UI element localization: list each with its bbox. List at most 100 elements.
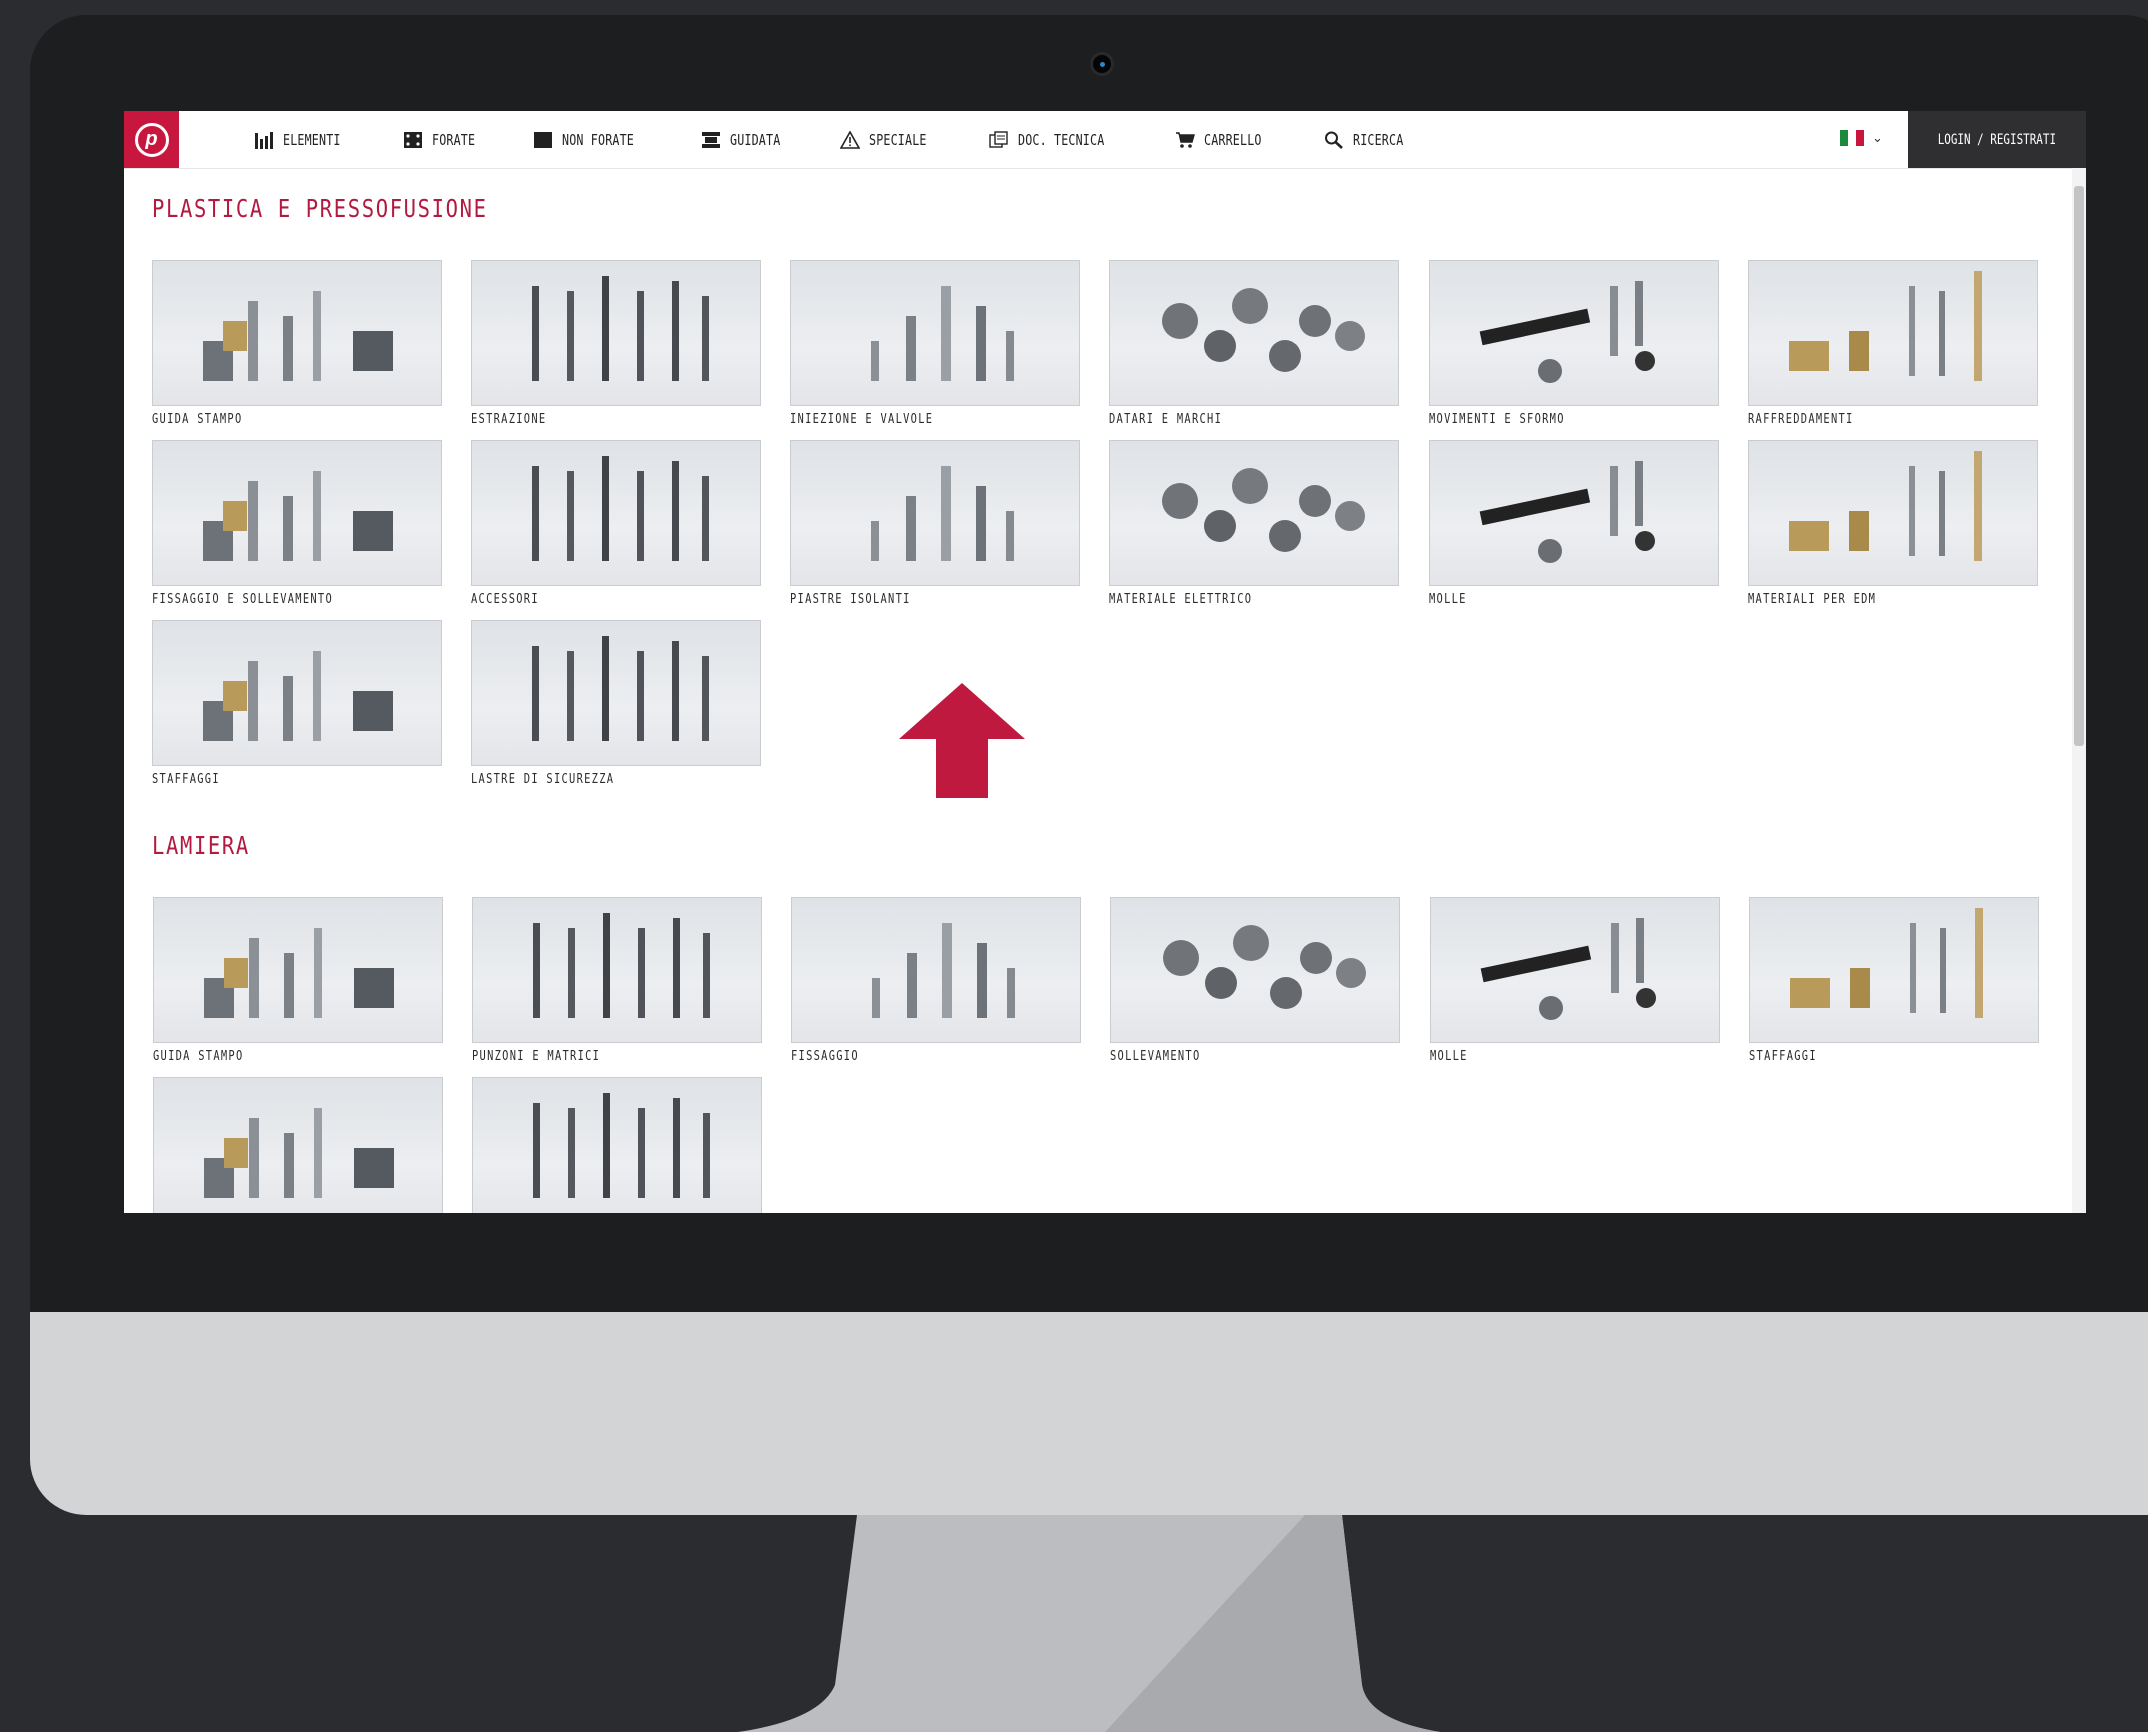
product-image[interactable] <box>791 897 1081 1043</box>
section-title-plastica: PLASTICA E PRESSOFUSIONE <box>152 194 488 223</box>
product-caption[interactable]: FISSAGGIO <box>791 1049 1023 1064</box>
product-caption[interactable]: PIASTRE ISOLANTI <box>790 592 1022 607</box>
product-image[interactable] <box>1748 260 2038 406</box>
product-tile[interactable]: LASTRE DI SICUREZZA <box>471 620 761 787</box>
nav-non-forate[interactable]: NON FORATE <box>533 130 654 150</box>
search-icon <box>1324 130 1344 150</box>
bar-chart-icon <box>254 130 274 150</box>
product-tile[interactable]: GUIDA STAMPO <box>153 897 443 1064</box>
product-image[interactable] <box>472 1077 762 1213</box>
product-image[interactable] <box>1430 897 1720 1043</box>
product-image[interactable] <box>152 260 442 406</box>
product-tile[interactable]: MATERIALE ELETTRICO <box>1109 440 1399 607</box>
product-caption[interactable]: MOVIMENTI E SFORMO <box>1429 412 1661 427</box>
product-caption[interactable]: MATERIALE ELETTRICO <box>1109 592 1341 607</box>
product-tile[interactable]: INIEZIONE E VALVOLE <box>790 260 1080 427</box>
product-image[interactable] <box>1429 440 1719 586</box>
product-tile[interactable]: MOLLE <box>1429 440 1719 607</box>
nav-doc-tecnica[interactable]: DOC. TECNICA <box>989 130 1129 150</box>
login-label: LOGIN / REGISTRATI <box>1937 131 2057 148</box>
product-tile[interactable]: FISSAGGIO <box>791 897 1081 1064</box>
product-tile[interactable]: PIASTRE ISOLANTI <box>790 440 1080 607</box>
product-tile[interactable] <box>153 1077 443 1213</box>
product-image[interactable] <box>471 260 761 406</box>
nav-elementi[interactable]: ELEMENTI <box>254 130 357 150</box>
product-image[interactable] <box>471 440 761 586</box>
login-register-button[interactable]: LOGIN / REGISTRATI <box>1908 111 2086 168</box>
product-caption[interactable]: STAFFAGGI <box>1749 1049 1981 1064</box>
product-tile[interactable]: DATARI E MARCHI <box>1109 260 1399 427</box>
nav-label: RICERCA <box>1352 130 1404 149</box>
product-tile[interactable]: ESTRAZIONE <box>471 260 761 427</box>
nav-label: NON FORATE <box>562 130 635 149</box>
product-tile[interactable]: STAFFAGGI <box>152 620 442 787</box>
nav-forate[interactable]: FORATE <box>403 130 487 150</box>
product-image[interactable] <box>1109 440 1399 586</box>
nav-label: ELEMENTI <box>283 130 341 149</box>
product-tile[interactable]: MATERIALI PER EDM <box>1748 440 2038 607</box>
product-image[interactable] <box>153 1077 443 1213</box>
product-caption[interactable]: GUIDA STAMPO <box>152 412 384 427</box>
product-image[interactable] <box>1429 260 1719 406</box>
product-caption[interactable]: LASTRE DI SICUREZZA <box>471 772 703 787</box>
top-navigation: p ELEMENTI FORATE NON FORATE GUIDATA SPE… <box>124 111 2086 169</box>
chevron-down-icon: ⌄ <box>1872 130 1883 145</box>
product-tile[interactable]: RAFFREDDAMENTI <box>1748 260 2038 427</box>
product-caption[interactable]: PUNZONI E MATRICI <box>472 1049 704 1064</box>
product-tile[interactable]: PUNZONI E MATRICI <box>472 897 762 1064</box>
nav-label: DOC. TECNICA <box>1018 130 1105 149</box>
product-caption[interactable]: ACCESSORI <box>471 592 703 607</box>
documents-icon <box>989 130 1009 150</box>
product-caption[interactable]: INIEZIONE E VALVOLE <box>790 412 1022 427</box>
warning-triangle-icon <box>840 130 861 150</box>
product-caption[interactable]: ESTRAZIONE <box>471 412 703 427</box>
product-tile[interactable]: SOLLEVAMENTO <box>1110 897 1400 1064</box>
product-image[interactable] <box>472 897 762 1043</box>
site-logo[interactable]: p <box>124 111 179 168</box>
product-image[interactable] <box>152 440 442 586</box>
nav-ricerca[interactable]: RICERCA <box>1324 130 1418 150</box>
guided-plate-icon <box>701 130 721 150</box>
product-caption[interactable]: SOLLEVAMENTO <box>1110 1049 1342 1064</box>
product-image[interactable] <box>1109 260 1399 406</box>
product-image[interactable] <box>153 897 443 1043</box>
product-image[interactable] <box>1110 897 1400 1043</box>
product-caption[interactable]: DATARI E MARCHI <box>1109 412 1341 427</box>
language-selector[interactable]: ⌄ <box>1840 130 1883 146</box>
product-caption[interactable]: MATERIALI PER EDM <box>1748 592 1980 607</box>
product-tile[interactable]: ACCESSORI <box>471 440 761 607</box>
product-image[interactable] <box>1748 440 2038 586</box>
product-caption[interactable]: GUIDA STAMPO <box>153 1049 385 1064</box>
perforated-plate-icon <box>403 130 423 150</box>
nav-label: CARRELLO <box>1203 130 1262 149</box>
vertical-scrollbar[interactable] <box>2072 168 2086 1213</box>
product-tile[interactable]: MOVIMENTI E SFORMO <box>1429 260 1719 427</box>
product-image[interactable] <box>790 260 1080 406</box>
product-caption[interactable]: MOLLE <box>1430 1049 1662 1064</box>
solid-plate-icon <box>533 130 553 150</box>
nav-menu: ELEMENTI FORATE NON FORATE GUIDATA SPECI… <box>254 111 1463 168</box>
up-arrow-icon <box>899 683 1025 798</box>
product-caption[interactable]: STAFFAGGI <box>152 772 384 787</box>
nav-carrello[interactable]: CARRELLO <box>1175 130 1278 150</box>
product-tile[interactable]: STAFFAGGI <box>1749 897 2039 1064</box>
product-caption[interactable]: MOLLE <box>1429 592 1661 607</box>
browser-screen: p ELEMENTI FORATE NON FORATE GUIDATA SPE… <box>124 111 2086 1213</box>
monitor-chin <box>30 1312 2148 1515</box>
webcam-icon <box>1090 52 1114 76</box>
product-tile[interactable]: MOLLE <box>1430 897 1720 1064</box>
nav-guidata[interactable]: GUIDATA <box>701 130 795 150</box>
product-tile[interactable]: FISSAGGIO E SOLLEVAMENTO <box>152 440 442 607</box>
scrollbar-thumb[interactable] <box>2074 186 2084 746</box>
nav-speciale[interactable]: SPECIALE <box>840 130 943 150</box>
monitor-stand <box>738 1515 1440 1732</box>
product-image[interactable] <box>1749 897 2039 1043</box>
product-image[interactable] <box>471 620 761 766</box>
product-tile[interactable]: GUIDA STAMPO <box>152 260 442 427</box>
cart-icon <box>1175 130 1195 150</box>
product-caption[interactable]: RAFFREDDAMENTI <box>1748 412 1980 427</box>
product-caption[interactable]: FISSAGGIO E SOLLEVAMENTO <box>152 592 384 607</box>
product-tile[interactable] <box>472 1077 762 1213</box>
product-image[interactable] <box>152 620 442 766</box>
product-image[interactable] <box>790 440 1080 586</box>
